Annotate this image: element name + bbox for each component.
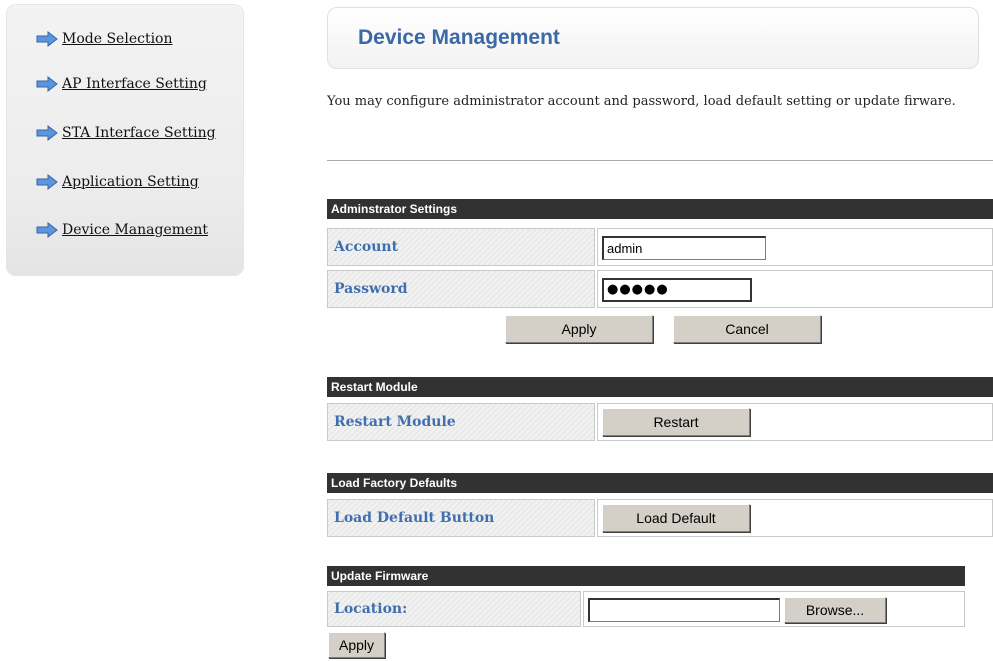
sidebar-item-mode-selection[interactable]: Mode Selection <box>36 31 173 47</box>
sidebar-item-label[interactable]: Mode Selection <box>62 31 173 47</box>
apply-button[interactable]: Apply <box>505 315 653 343</box>
sidebar-item-ap-interface-setting[interactable]: AP Interface Setting <box>36 76 207 92</box>
arrow-right-icon <box>36 31 58 47</box>
load-default-label: Load Default Button <box>334 510 495 526</box>
restart-value-cell: Restart <box>597 403 993 441</box>
location-label: Location: <box>334 601 408 617</box>
arrow-right-icon <box>36 125 58 141</box>
account-label-cell: Account <box>327 228 595 266</box>
sidebar-nav: Mode Selection AP Interface Setting STA … <box>6 4 244 276</box>
arrow-right-icon <box>36 222 58 238</box>
sidebar-item-device-management[interactable]: Device Management <box>36 222 208 238</box>
page-header: Device Management <box>327 7 979 69</box>
firmware-apply-button[interactable]: Apply <box>328 632 385 658</box>
browse-button[interactable]: Browse... <box>784 597 886 623</box>
restart-label-cell: Restart Module <box>327 403 595 441</box>
location-value-cell: Browse... <box>583 591 965 627</box>
password-value-cell: ●●●●● <box>597 270 993 308</box>
sidebar-item-application-setting[interactable]: Application Setting <box>36 174 199 190</box>
firmware-section-header: Update Firmware <box>327 566 965 586</box>
arrow-right-icon <box>36 174 58 190</box>
load-default-button[interactable]: Load Default <box>602 504 750 532</box>
restart-label: Restart Module <box>334 414 456 430</box>
load-default-value-cell: Load Default <box>597 499 993 537</box>
account-input[interactable] <box>602 236 766 260</box>
cancel-button[interactable]: Cancel <box>673 315 821 343</box>
load-default-label-cell: Load Default Button <box>327 499 595 537</box>
admin-section-header: Adminstrator Settings <box>327 199 993 219</box>
location-row: Location: Browse... <box>327 591 965 627</box>
sidebar-item-sta-interface-setting[interactable]: STA Interface Setting <box>36 125 216 141</box>
account-row: Account <box>327 228 993 266</box>
sidebar-item-label[interactable]: Device Management <box>62 222 208 238</box>
restart-row: Restart Module Restart <box>327 403 993 441</box>
load-default-row: Load Default Button Load Default <box>327 499 993 537</box>
location-label-cell: Location: <box>327 591 581 627</box>
password-label-cell: Password <box>327 270 595 308</box>
page-title: Device Management <box>358 26 560 49</box>
password-label: Password <box>334 281 408 297</box>
divider <box>327 160 993 161</box>
account-label: Account <box>334 239 399 255</box>
password-input[interactable]: ●●●●● <box>602 278 752 302</box>
password-row: Password ●●●●● <box>327 270 993 308</box>
sidebar-item-label[interactable]: Application Setting <box>62 174 199 190</box>
firmware-location-input[interactable] <box>588 598 780 622</box>
sidebar-item-label[interactable]: STA Interface Setting <box>62 125 216 141</box>
sidebar-item-label[interactable]: AP Interface Setting <box>62 76 207 92</box>
account-value-cell <box>597 228 993 266</box>
arrow-right-icon <box>36 76 58 92</box>
restart-section-header: Restart Module <box>327 377 993 397</box>
restart-button[interactable]: Restart <box>602 408 750 436</box>
factory-section-header: Load Factory Defaults <box>327 473 993 493</box>
page-description: You may configure administrator account … <box>327 94 956 109</box>
